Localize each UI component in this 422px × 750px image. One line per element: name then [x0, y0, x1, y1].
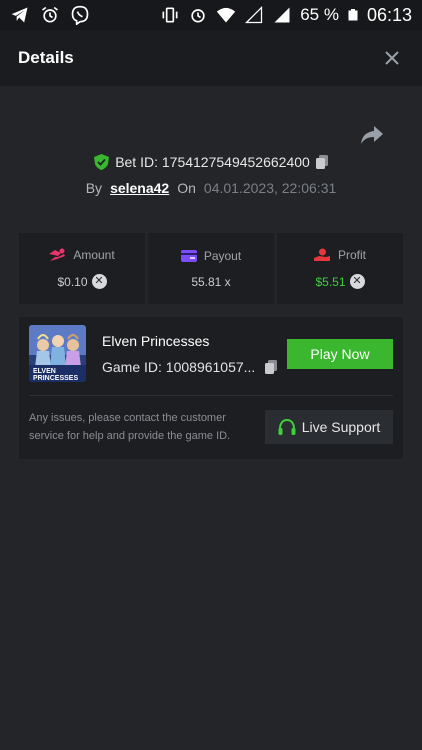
bet-id: Bet ID: 1754127549452662400 — [115, 154, 310, 170]
bet-date: 04.01.2023, 22:06:31 — [203, 180, 337, 196]
currency-badge-icon: ✕ — [349, 274, 365, 289]
svg-text:PRINCESSES: PRINCESSES — [33, 375, 78, 382]
currency-badge-icon: ✕ — [91, 274, 107, 289]
bet-id-row: Bet ID: 1754127549452662400 — [0, 154, 422, 170]
stat-profit-header: Profit — [313, 248, 366, 262]
alarm-icon — [42, 6, 58, 23]
stat-payout-label: Payout — [203, 248, 242, 263]
wifi-icon — [217, 7, 236, 23]
game-id-row: Game ID: 1008961057... — [102, 359, 278, 375]
details-header: Details — [0, 30, 422, 86]
profit-icon — [313, 248, 330, 261]
game-id: Game ID: 1008961057... — [102, 359, 256, 375]
stat-payout-header: Payout — [180, 248, 242, 263]
close-icon — [385, 51, 399, 65]
stat-profit-value: $5.51 — [315, 274, 346, 289]
shield-check-icon — [94, 154, 110, 170]
stat-profit: Profit $5.51 ✕ — [277, 233, 403, 304]
page-title: Details — [18, 48, 74, 67]
payout-icon — [180, 249, 197, 262]
game-thumbnail-art: ELVEN PRINCESSES — [29, 325, 86, 382]
signal-icon — [274, 7, 290, 23]
signal-icon — [245, 5, 263, 24]
viber-icon — [71, 5, 89, 25]
bet-stats: Amount $0.10 ✕ Payout 55.81 x Profit $5.… — [19, 233, 403, 304]
telegram-icon — [11, 7, 28, 23]
copy-icon[interactable] — [265, 360, 278, 374]
status-right-icons: 65 % 06:13 — [160, 5, 412, 26]
headset-icon — [278, 418, 296, 435]
live-support-label: Live Support — [301, 419, 381, 435]
stat-amount-header: Amount — [49, 248, 115, 262]
close-button[interactable] — [380, 46, 404, 70]
amount-icon — [49, 248, 66, 261]
divider — [29, 395, 393, 396]
share-icon[interactable] — [360, 124, 384, 146]
battery-percent: 65 % — [300, 5, 339, 24]
game-card: ELVEN PRINCESSES Elven Princesses Game I… — [19, 317, 403, 459]
stat-amount: Amount $0.10 ✕ — [19, 233, 145, 304]
battery-icon — [348, 9, 358, 21]
game-title: Elven Princesses — [102, 333, 210, 349]
bet-meta: By selena42 On 04.01.2023, 22:06:31 — [0, 180, 422, 196]
copy-icon[interactable] — [315, 155, 328, 169]
live-support-button[interactable]: Live Support — [265, 410, 393, 444]
svg-text:ELVEN: ELVEN — [33, 368, 56, 375]
by-label: By — [85, 180, 103, 196]
support-note: Any issues, please contact the customer … — [29, 412, 231, 442]
game-thumbnail[interactable]: ELVEN PRINCESSES — [29, 325, 86, 382]
stat-payout-value-row: 55.81 x — [191, 275, 230, 289]
stat-profit-label: Profit — [337, 248, 366, 262]
vibrate-icon — [162, 7, 178, 23]
stat-payout-value: 55.81 x — [191, 274, 231, 289]
stat-amount-value-row: $0.10 ✕ — [57, 274, 107, 289]
stat-profit-value-row: $5.51 ✕ — [315, 274, 365, 289]
user-link[interactable]: selena42 — [110, 180, 169, 196]
status-bar: 65 % 06:13 — [0, 0, 422, 30]
play-now-button[interactable]: Play Now — [287, 339, 393, 369]
stat-payout: Payout 55.81 x — [148, 233, 274, 304]
stat-amount-value: $0.10 — [57, 274, 88, 289]
stat-amount-label: Amount — [73, 248, 115, 262]
status-left-icons — [10, 5, 90, 25]
on-label: On — [177, 180, 196, 196]
clock: 06:13 — [366, 4, 412, 25]
alarm-icon — [191, 9, 205, 23]
